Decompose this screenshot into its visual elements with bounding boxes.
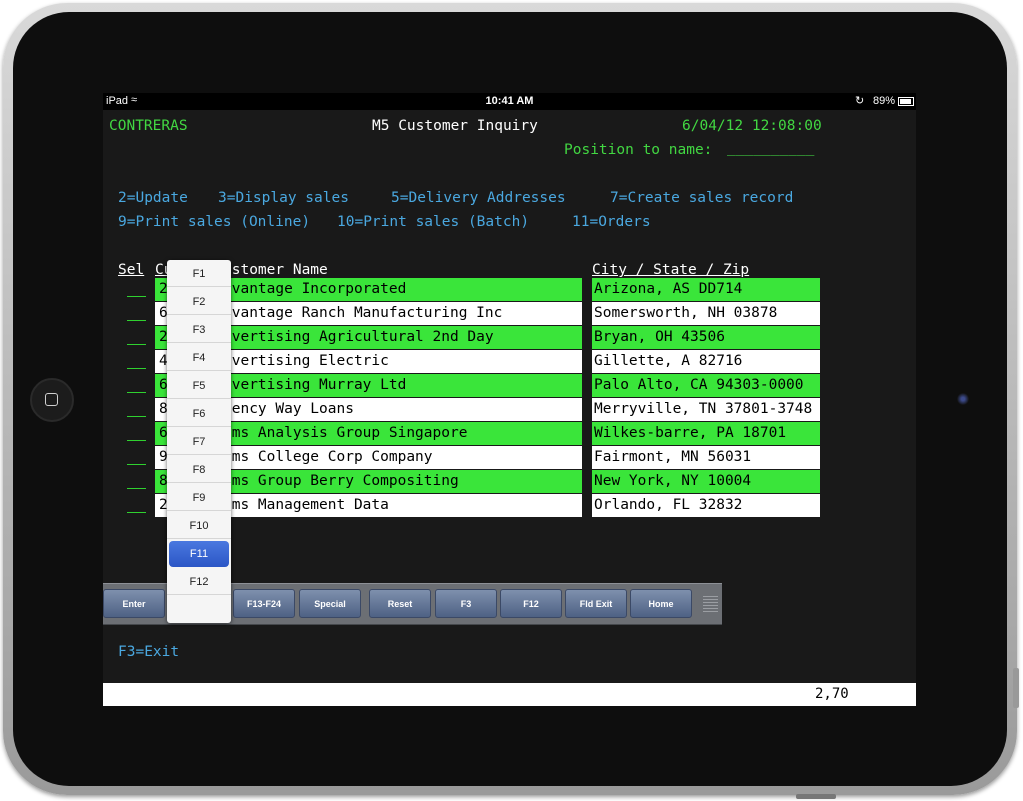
city-state-zip: Gillette, A 82716 — [592, 350, 820, 373]
row-select-field[interactable] — [127, 512, 146, 513]
city-state-zip: Somersworth, NH 03878 — [592, 302, 820, 325]
power-button — [796, 794, 836, 799]
popup-item-f12[interactable]: F12 — [167, 569, 231, 595]
city-state-zip: Bryan, OH 43506 — [592, 326, 820, 349]
customer-name: ims College Corp Company — [223, 449, 433, 465]
position-label: Position to name: — [564, 142, 713, 158]
enter-button[interactable]: Enter — [103, 589, 165, 618]
header-city: City / State / Zip — [592, 262, 750, 278]
customer-name: dvantage Incorporated — [223, 281, 407, 297]
datetime: 6/04/12 12:08:00 — [682, 118, 822, 134]
row-select-field[interactable] — [127, 368, 146, 369]
customer-name: ims Analysis Group Singapore — [223, 425, 468, 441]
customer-name: gency Way Loans — [223, 401, 354, 417]
popup-item-f1[interactable]: F1 — [167, 261, 231, 287]
screen-title: M5 Customer Inquiry — [372, 118, 538, 134]
customer-name: dvertising Murray Ltd — [223, 377, 407, 393]
toolbar-grip-icon[interactable] — [703, 596, 718, 612]
option-update[interactable]: 2=Update — [118, 189, 188, 207]
status-bar: iPad ≈ 10:41 AM ↻ 89% — [103, 93, 916, 110]
header-sel: Sel — [118, 262, 145, 278]
customer-name: ims Management Data — [223, 497, 389, 513]
row-select-field[interactable] — [127, 440, 146, 441]
city-state-zip: Merryville, TN 37801-3748 — [592, 398, 820, 421]
home-button[interactable] — [30, 378, 74, 422]
camera-icon — [957, 393, 969, 405]
header-customer-name: ustomer Name — [223, 262, 328, 278]
city-state-zip: Arizona, AS DD714 — [592, 278, 820, 301]
row-select-field[interactable] — [127, 296, 146, 297]
f12-button[interactable]: F12 — [500, 589, 562, 618]
popup-item-f10[interactable]: F10 — [167, 513, 231, 539]
popup-item-f9[interactable]: F9 — [167, 485, 231, 511]
city-state-zip: Palo Alto, CA 94303-0000 — [592, 374, 820, 397]
option-print-sales-batch[interactable]: 10=Print sales (Batch) — [337, 213, 529, 231]
popup-item-f6[interactable]: F6 — [167, 401, 231, 427]
city-state-zip: Fairmont, MN 56031 — [592, 446, 820, 469]
city-state-zip: Wilkes-barre, PA 18701 — [592, 422, 820, 445]
f13-f24-button[interactable]: F13-F24 — [233, 589, 295, 618]
row-select-field[interactable] — [127, 488, 146, 489]
battery-fill — [900, 99, 911, 104]
option-display-sales[interactable]: 3=Display sales — [218, 189, 349, 207]
row-select-field[interactable] — [127, 464, 146, 465]
volume-button — [1013, 668, 1019, 708]
popup-item-f2[interactable]: F2 — [167, 289, 231, 315]
footer-exit[interactable]: F3=Exit — [118, 643, 179, 661]
status-time: 10:41 AM — [485, 95, 534, 107]
battery-percent: 89% — [873, 95, 896, 107]
city-state-zip: New York, NY 10004 — [592, 470, 820, 493]
row-select-field[interactable] — [127, 320, 146, 321]
popup-item-f3[interactable]: F3 — [167, 317, 231, 343]
option-print-sales-online[interactable]: 9=Print sales (Online) — [118, 213, 310, 231]
reset-button[interactable]: Reset — [369, 589, 431, 618]
f3-button[interactable]: F3 — [435, 589, 497, 618]
popup-item-f4[interactable]: F4 — [167, 345, 231, 371]
special-button[interactable]: Special — [299, 589, 361, 618]
customer-name: dvertising Electric — [223, 353, 389, 369]
customer-name: dvantage Ranch Manufacturing Inc — [223, 305, 503, 321]
message-line: 2,70 — [103, 683, 916, 706]
row-select-field[interactable] — [127, 344, 146, 345]
function-key-popup: F1 F2 F3 F4 F5 F6 F7 F8 F9 F10 F11 F12 — [167, 260, 231, 623]
home-key-button[interactable]: Home — [630, 589, 692, 618]
user-id: CONTRERAS — [109, 118, 188, 134]
customer-name: dvertising Agricultural 2nd Day — [223, 329, 494, 345]
option-orders[interactable]: 11=Orders — [572, 213, 651, 231]
position-input[interactable]: __________ — [727, 139, 814, 157]
popup-item-f7[interactable]: F7 — [167, 429, 231, 455]
rotation-lock-icon: ↻ — [855, 95, 865, 107]
row-select-field[interactable] — [127, 416, 146, 417]
city-state-zip: Orlando, FL 32832 — [592, 494, 820, 517]
popup-item-f8[interactable]: F8 — [167, 457, 231, 483]
battery-icon — [898, 97, 914, 106]
row-select-field[interactable] — [127, 392, 146, 393]
cursor-position: 2,70 — [815, 686, 849, 702]
option-delivery-addresses[interactable]: 5=Delivery Addresses — [391, 189, 566, 207]
popup-item-f11[interactable]: F11 — [169, 541, 229, 567]
fld-exit-button[interactable]: Fld Exit — [565, 589, 627, 618]
customer-name: ims Group Berry Compositing — [223, 473, 459, 489]
option-create-sales-record[interactable]: 7=Create sales record — [610, 189, 793, 207]
popup-item-f5[interactable]: F5 — [167, 373, 231, 399]
